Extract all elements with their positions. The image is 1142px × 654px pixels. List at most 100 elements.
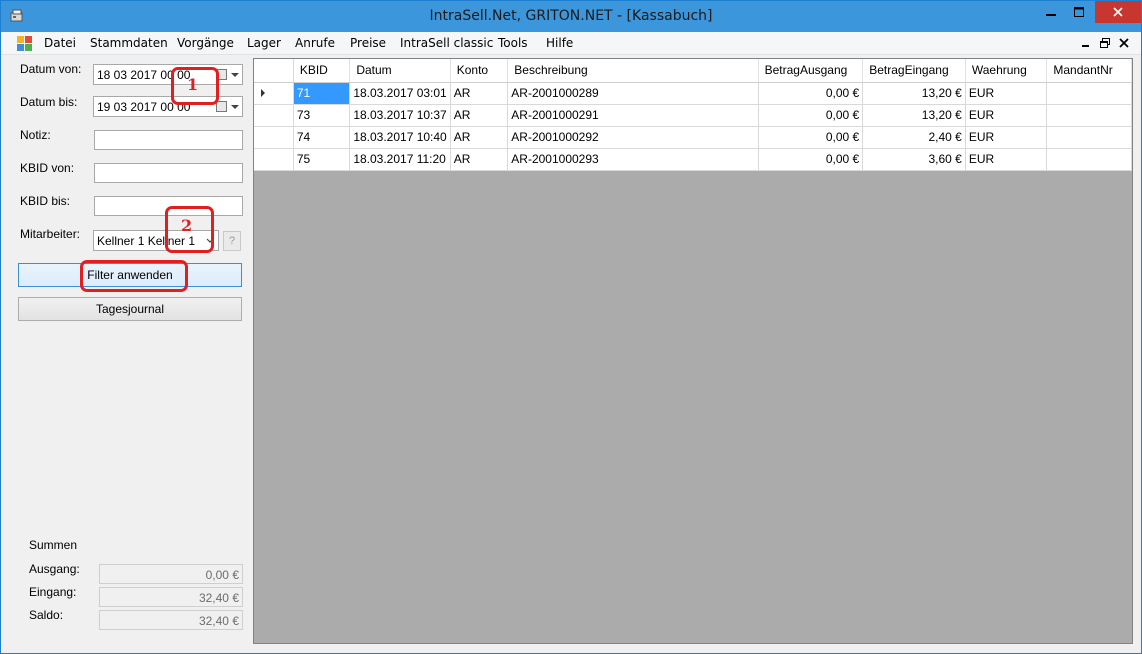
kbid-bis-label: KBID bis: — [20, 194, 71, 208]
table-row[interactable]: 73 18.03.2017 10:37 AR AR-2001000291 0,0… — [254, 104, 1132, 127]
table-row[interactable]: 75 18.03.2017 11:20 AR AR-2001000293 0,0… — [254, 148, 1132, 171]
cell-konto[interactable]: AR — [450, 82, 509, 105]
cell-datum[interactable]: 18.03.2017 10:40 — [349, 126, 451, 149]
mdi-restore-icon[interactable] — [1098, 37, 1112, 49]
tagesjournal-button[interactable]: Tagesjournal — [18, 297, 242, 321]
mdi-child-icon[interactable] — [17, 36, 33, 51]
menu-anrufe[interactable]: Anrufe — [295, 36, 335, 50]
annotation-number-1: 1 — [187, 75, 199, 94]
table-row[interactable]: 71 18.03.2017 03:01 AR AR-2001000289 0,0… — [254, 82, 1132, 105]
cell-kbid[interactable]: 71 — [293, 82, 351, 105]
close-button[interactable] — [1095, 1, 1141, 23]
cell-beschreibung[interactable]: AR-2001000289 — [507, 82, 759, 105]
cell-mandantnr[interactable] — [1046, 104, 1132, 127]
cell-konto[interactable]: AR — [450, 104, 509, 127]
notiz-input[interactable] — [94, 130, 243, 150]
maximize-button[interactable] — [1065, 1, 1093, 23]
cell-kbid[interactable]: 74 — [293, 126, 351, 149]
cell-mandantnr[interactable] — [1046, 148, 1132, 171]
cell-beschreibung[interactable]: AR-2001000292 — [507, 126, 759, 149]
menu-hilfe[interactable]: Hilfe — [546, 36, 573, 50]
datum-von-label: Datum von: — [20, 62, 82, 76]
datum-von-picker[interactable]: 18 03 2017 00 00 — [93, 64, 243, 85]
cell-datum[interactable]: 18.03.2017 11:20 — [349, 148, 451, 171]
cell-waehrung[interactable]: EUR — [965, 148, 1048, 171]
cell-mandantnr[interactable] — [1046, 82, 1132, 105]
menu-datei[interactable]: Datei — [44, 36, 76, 50]
menu-intrasell-classic[interactable]: IntraSell classic — [400, 36, 493, 50]
cell-konto[interactable]: AR — [450, 148, 509, 171]
table-row[interactable]: 74 18.03.2017 10:40 AR AR-2001000292 0,0… — [254, 126, 1132, 149]
cell-betragausgang[interactable]: 0,00 € — [758, 104, 864, 127]
minimize-icon — [1046, 14, 1056, 16]
menu-tools[interactable]: Tools — [498, 36, 528, 50]
row-header[interactable] — [254, 104, 294, 127]
summen-title: Summen — [29, 538, 78, 552]
current-row-arrow-icon — [261, 89, 265, 97]
chevron-down-icon[interactable] — [231, 73, 239, 77]
menu-preise[interactable]: Preise — [350, 36, 386, 50]
cell-betragausgang[interactable]: 0,00 € — [758, 82, 864, 105]
menu-lager[interactable]: Lager — [247, 36, 281, 50]
calendar-icon[interactable] — [216, 101, 227, 112]
column-header-kbid[interactable]: KBID — [293, 59, 351, 83]
cell-beschreibung[interactable]: AR-2001000293 — [507, 148, 759, 171]
kbid-von-label: KBID von: — [20, 161, 75, 175]
cell-betrageingang[interactable]: 13,20 € — [862, 82, 966, 105]
cell-kbid[interactable]: 73 — [293, 104, 351, 127]
cell-mandantnr[interactable] — [1046, 126, 1132, 149]
cell-betrageingang[interactable]: 13,20 € — [862, 104, 966, 127]
minimize-button[interactable] — [1037, 1, 1065, 23]
column-header-datum[interactable]: Datum — [349, 59, 451, 83]
chevron-down-icon[interactable] — [231, 105, 239, 109]
row-header[interactable] — [254, 148, 294, 171]
menu-stammdaten[interactable]: Stammdaten — [90, 36, 168, 50]
column-header-konto[interactable]: Konto — [450, 59, 509, 83]
window-title: IntraSell.Net, GRITON.NET - [Kassabuch] — [429, 8, 713, 24]
mdi-minimize-icon[interactable] — [1079, 37, 1093, 49]
kbid-von-input[interactable] — [94, 163, 243, 183]
kassabuch-grid[interactable]: KBID Datum Konto Beschreibung BetragAusg… — [253, 58, 1133, 644]
help-button[interactable]: ? — [223, 231, 241, 251]
cell-waehrung[interactable]: EUR — [965, 126, 1048, 149]
mitarbeiter-label: Mitarbeiter: — [20, 227, 81, 241]
column-header-waehrung[interactable]: Waehrung — [965, 59, 1048, 83]
cell-datum[interactable]: 18.03.2017 03:01 — [349, 82, 451, 105]
datum-bis-picker[interactable]: 19 03 2017 00 00 — [93, 96, 243, 117]
table-header-row: KBID Datum Konto Beschreibung BetragAusg… — [254, 59, 1132, 83]
ausgang-label: Ausgang: — [29, 562, 80, 576]
column-header-beschreibung[interactable]: Beschreibung — [507, 59, 759, 83]
column-header-mandantnr[interactable]: MandantNr — [1046, 59, 1132, 83]
annotation-box-filter — [80, 260, 188, 292]
eingang-label: Eingang: — [29, 585, 77, 599]
cell-betragausgang[interactable]: 0,00 € — [758, 148, 864, 171]
cell-kbid[interactable]: 75 — [293, 148, 351, 171]
mdi-close-icon[interactable] — [1117, 37, 1131, 49]
eingang-value: 32,40 € — [99, 587, 243, 607]
cell-betragausgang[interactable]: 0,00 € — [758, 126, 864, 149]
main-window: IntraSell.Net, GRITON.NET - [Kassabuch] … — [0, 0, 1142, 654]
cell-betrageingang[interactable]: 2,40 € — [862, 126, 966, 149]
menu-vorgaenge[interactable]: Vorgänge — [177, 36, 234, 50]
cell-waehrung[interactable]: EUR — [965, 104, 1048, 127]
row-header[interactable] — [254, 126, 294, 149]
kassabuch-table: KBID Datum Konto Beschreibung BetragAusg… — [254, 59, 1132, 171]
maximize-icon — [1074, 7, 1084, 17]
saldo-label: Saldo: — [29, 608, 64, 622]
title-bar[interactable]: IntraSell.Net, GRITON.NET - [Kassabuch] — [1, 1, 1141, 32]
saldo-value: 32,40 € — [99, 610, 243, 630]
row-header-current[interactable] — [254, 82, 294, 105]
menu-bar: Datei Stammdaten Vorgänge Lager Anrufe P… — [1, 32, 1141, 55]
cell-betrageingang[interactable]: 3,60 € — [862, 148, 966, 171]
close-icon — [1113, 7, 1123, 17]
cell-datum[interactable]: 18.03.2017 10:37 — [349, 104, 451, 127]
column-header-betragausgang[interactable]: BetragAusgang — [758, 59, 864, 83]
cell-konto[interactable]: AR — [450, 126, 509, 149]
ausgang-value: 0,00 € — [99, 564, 243, 584]
cell-beschreibung[interactable]: AR-2001000291 — [507, 104, 759, 127]
row-header-corner[interactable] — [254, 59, 294, 83]
notiz-label: Notiz: — [20, 128, 51, 142]
annotation-number-2: 2 — [181, 216, 193, 235]
cell-waehrung[interactable]: EUR — [965, 82, 1048, 105]
column-header-betrageingang[interactable]: BetragEingang — [862, 59, 966, 83]
